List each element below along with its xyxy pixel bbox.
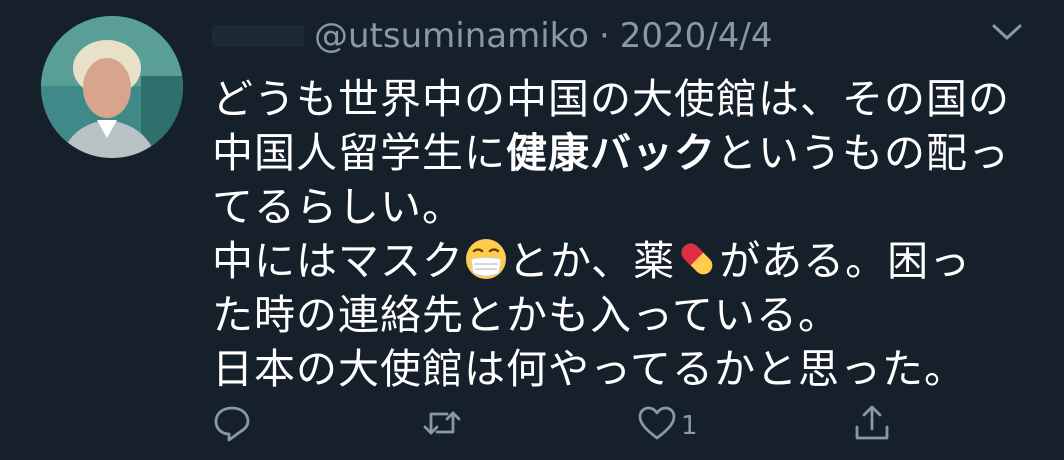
like-button[interactable]: 1 — [637, 404, 698, 448]
like-count: 1 — [681, 411, 698, 441]
tweet-text-segment: とか、薬 — [508, 237, 676, 285]
tweet-text-segment: 中国人留学生に — [212, 129, 506, 177]
avatar[interactable] — [41, 16, 183, 158]
reply-icon — [212, 403, 252, 450]
chevron-down-icon[interactable] — [990, 20, 1024, 44]
reply-button[interactable] — [212, 404, 252, 448]
heart-icon — [637, 403, 677, 450]
tweet-text-segment: というもの配っ — [716, 129, 1010, 177]
retweet-icon — [422, 403, 462, 450]
display-name-redacted — [212, 25, 304, 47]
tweet-header: @utsuminamiko · 2020/4/4 — [212, 12, 772, 60]
tweet-text-segment: 中にはマスク — [212, 237, 464, 285]
retweet-button[interactable] — [422, 404, 462, 448]
face-with-medical-mask-emoji — [464, 237, 508, 281]
tweet-line: どうも世界中の中国の大使館は、その国の — [212, 75, 1010, 123]
share-icon — [852, 403, 892, 450]
tweet-text: どうも世界中の中国の大使館は、その国の 中国人留学生に健康バックというもの配っ … — [212, 72, 1052, 396]
tweet-text-bold: 健康バック — [506, 129, 716, 177]
tweet-text-segment: がある。困っ — [719, 237, 972, 285]
tweet-date[interactable]: 2020/4/4 — [620, 16, 773, 56]
avatar-image — [41, 16, 183, 158]
header-separator: · — [598, 16, 610, 56]
user-handle[interactable]: @utsuminamiko — [314, 16, 589, 56]
tweet-line: 日本の大使館は何やってるかと思った。 — [212, 345, 966, 393]
pill-emoji — [675, 237, 719, 281]
tweet-line: 中国人留学生に健康バックというもの配っ — [212, 126, 1052, 180]
share-button[interactable] — [852, 404, 892, 448]
tweet-line: てるらしい。 — [212, 183, 464, 231]
tweet-line: 中にはマスク とか、薬 がある。困っ — [212, 234, 1052, 288]
tweet-actions: 1 — [212, 404, 902, 448]
tweet-line: た時の連絡先とかも入っている。 — [212, 291, 840, 339]
